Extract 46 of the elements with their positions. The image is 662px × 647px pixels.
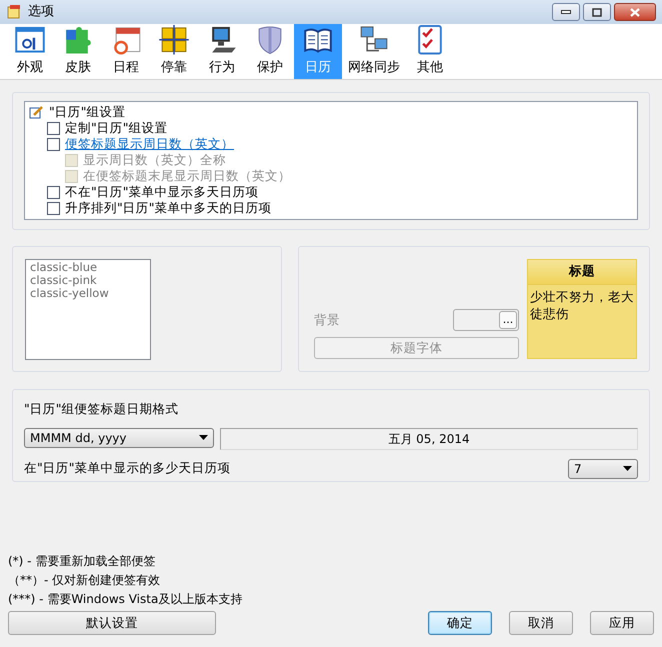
toolbar-tab[interactable]: 外观 <box>6 24 54 79</box>
note-title: 标题 <box>528 260 636 285</box>
note-line: （**）- 仅对新创建便签有效 <box>8 572 162 589</box>
dropdown-arrow-icon <box>623 466 632 472</box>
date-sample-field: 五月 05, 2014 <box>220 428 638 450</box>
edit-icon <box>29 105 44 119</box>
toolbar-tab[interactable]: 皮肤 <box>54 24 102 79</box>
grid-icon <box>158 24 190 56</box>
date-format-select[interactable]: MMMM dd, yyyy <box>24 428 214 448</box>
maximize-button[interactable] <box>583 3 611 21</box>
option-label: 不在"日历"菜单中显示多天日历项 <box>65 182 258 201</box>
date-format-label: "日历"组便签标题日期格式 <box>24 400 180 418</box>
days-label: 在"日历"菜单中显示的多少天日历项 <box>24 459 230 478</box>
minimize-button[interactable] <box>552 3 580 21</box>
checkbox[interactable] <box>47 202 60 214</box>
toolbar-tab[interactable]: 行为 <box>198 24 246 79</box>
maximize-icon <box>592 8 602 16</box>
minimize-icon <box>561 10 571 14</box>
background-label: 背景 <box>314 310 340 329</box>
option-label: 定制"日历"组设置 <box>65 118 168 137</box>
dialog-button[interactable]: 确定 <box>428 611 492 635</box>
note-line: (*) - 需要重新加载全部便签 <box>8 553 156 570</box>
toolbar-tab[interactable]: 保护 <box>246 24 294 79</box>
dialog-button[interactable]: 默认设置 <box>8 611 216 635</box>
notes-icon <box>6 4 22 20</box>
toolbar-tab[interactable]: 网络同步 <box>342 24 406 79</box>
dropdown-arrow-icon <box>199 435 208 440</box>
group-heading: "日历"组设置 <box>49 102 126 121</box>
toolbar-tab[interactable]: 日程 <box>102 24 150 79</box>
option-link[interactable]: 便签标题显示周日数（英文） <box>65 134 234 154</box>
days-select[interactable]: 7 <box>568 458 638 479</box>
note-text: 少壮不努力，老大徒悲伤 <box>529 288 635 323</box>
close-icon <box>630 8 640 16</box>
option-label: 在便签标题末尾显示周日数（英文） <box>83 166 291 185</box>
checkbox[interactable] <box>47 122 60 134</box>
note-line: (***) - 需要Windows Vista及以上版本支持 <box>8 591 244 608</box>
option-label: 显示周日数（英文）全称 <box>83 150 226 169</box>
checkbox[interactable] <box>47 186 60 198</box>
window-title: 选项 <box>28 3 54 22</box>
dialog-button[interactable]: 应用 <box>590 611 654 635</box>
dialog-button[interactable]: 取消 <box>509 611 573 635</box>
toolbar-tab[interactable]: 其他 <box>406 24 454 79</box>
toolbar-tab[interactable]: 停靠 <box>150 24 198 79</box>
checkbox[interactable] <box>47 138 60 150</box>
close-button[interactable] <box>614 3 656 21</box>
option-label: 升序排列"日历"菜单中多天的日历项 <box>65 198 272 217</box>
